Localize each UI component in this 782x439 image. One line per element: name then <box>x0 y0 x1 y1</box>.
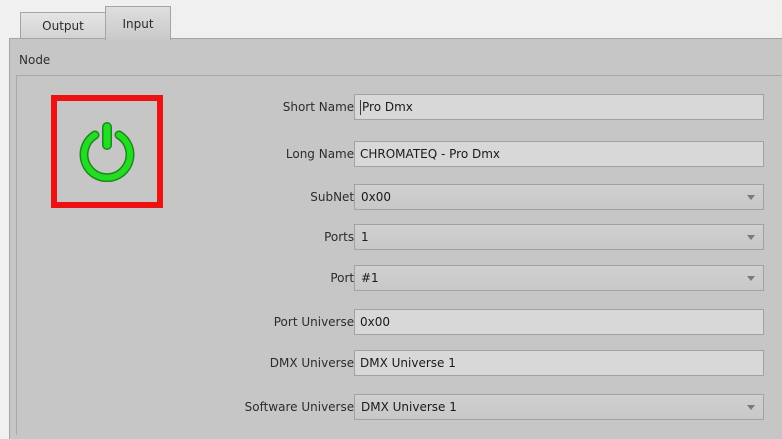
software-universe-row: Software Universe : DMX Universe 1 <box>10 394 782 420</box>
subnet-select[interactable]: 0x00 <box>354 184 764 210</box>
node-group-title: Node <box>19 53 51 67</box>
software-universe-value: DMX Universe 1 <box>361 400 457 414</box>
app-window: Output Input Node Short Name : Pro Dmx L… <box>0 0 782 439</box>
text-cursor <box>360 100 361 115</box>
chevron-down-icon[interactable] <box>747 276 755 281</box>
chevron-down-icon[interactable] <box>747 195 755 200</box>
subnet-row: SubNet : 0x00 <box>10 184 782 210</box>
port-universe-label: Port Universe : <box>273 315 362 329</box>
subnet-value: 0x00 <box>361 190 392 204</box>
dmx-universe-field[interactable]: DMX Universe 1 <box>354 350 764 376</box>
tab-input[interactable]: Input <box>105 6 171 40</box>
dmx-universe-label: DMX Universe : <box>269 356 362 370</box>
tab-output[interactable]: Output <box>20 12 106 39</box>
chevron-down-icon[interactable] <box>747 235 755 240</box>
short-name-row: Short Name : Pro Dmx <box>10 94 782 120</box>
port-row: Port : #1 <box>10 265 782 291</box>
port-universe-field[interactable]: 0x00 <box>354 309 764 335</box>
input-tab-panel: Node Short Name : Pro Dmx Long Name : CH… <box>9 38 782 439</box>
ports-select[interactable]: 1 <box>354 224 764 250</box>
tab-output-label: Output <box>42 19 84 33</box>
port-value: #1 <box>361 271 379 285</box>
port-universe-value: 0x00 <box>360 315 391 329</box>
left-edge <box>0 0 9 439</box>
long-name-field[interactable]: CHROMATEQ - Pro Dmx <box>354 141 764 167</box>
chevron-down-icon[interactable] <box>747 405 755 410</box>
long-name-label: Long Name : <box>285 147 362 161</box>
port-universe-row: Port Universe : 0x00 <box>10 309 782 335</box>
dmx-universe-value: DMX Universe 1 <box>360 356 456 370</box>
software-universe-select[interactable]: DMX Universe 1 <box>354 394 764 420</box>
long-name-value: CHROMATEQ - Pro Dmx <box>360 147 501 161</box>
ports-value: 1 <box>361 230 369 244</box>
port-select[interactable]: #1 <box>354 265 764 291</box>
software-universe-label: Software Universe : <box>244 400 362 414</box>
short-name-value: Pro Dmx <box>362 100 413 114</box>
tab-input-label: Input <box>122 16 154 31</box>
tab-bar: Output Input <box>9 0 782 40</box>
short-name-field[interactable]: Pro Dmx <box>354 94 764 120</box>
long-name-row: Long Name : CHROMATEQ - Pro Dmx <box>10 141 782 167</box>
short-name-label: Short Name : <box>282 100 362 114</box>
ports-row: Ports : 1 <box>10 224 782 250</box>
dmx-universe-row: DMX Universe : DMX Universe 1 <box>10 350 782 376</box>
